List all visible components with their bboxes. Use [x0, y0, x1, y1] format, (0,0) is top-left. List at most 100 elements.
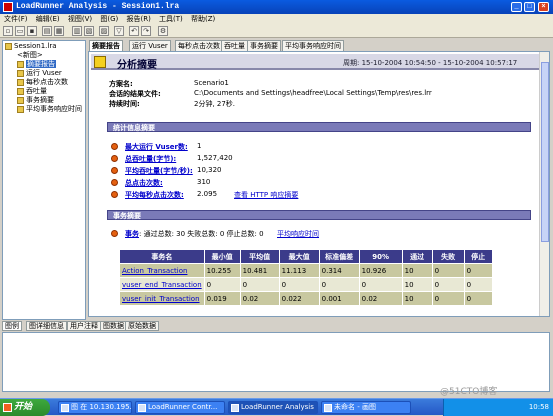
transactions-summary: : 通过总数: 30 失败总数: 0 停止总数: 0 [139, 230, 264, 238]
table-cell: 0 [203, 277, 241, 292]
stat-label-avg-throughput[interactable]: 平均吞吐量(字节/秒): [125, 166, 193, 176]
tree-item-new-graph[interactable]: <新图> [17, 51, 43, 60]
minimize-button[interactable]: _ [511, 2, 522, 12]
task-button-active[interactable]: LoadRunner Analysis [228, 401, 318, 414]
taskbar: 开始 图 在 10.130.195... LoadRunner Contr...… [0, 398, 553, 416]
column-header: 标准偏差 [318, 249, 360, 264]
table-cell: 0 [278, 277, 320, 292]
graph-icon [17, 96, 24, 104]
maximize-button[interactable]: □ [524, 2, 535, 12]
tab-avg-response-time[interactable]: 平均事务响应时间 [282, 40, 344, 51]
menu-file[interactable]: 文件(F) [4, 14, 28, 24]
legend-panel [2, 332, 550, 392]
tree-item-throughput[interactable]: 吞吐量 [17, 87, 47, 96]
column-header: 平均值 [239, 249, 280, 264]
menu-report[interactable]: 报告(R) [126, 14, 150, 24]
stat-label-total-hits[interactable]: 总点击次数: [125, 178, 163, 188]
new-icon[interactable]: ▫ [3, 26, 13, 36]
bullet-icon [111, 167, 118, 174]
report-icon[interactable]: ▦ [54, 26, 64, 36]
settings-icon[interactable]: ⚙ [158, 26, 168, 36]
toolbar: ▫ ▭ ▪ ▤ ▦ ▥ ▧ ▨ ▽ ↶ ↷ ⚙ [0, 24, 553, 38]
task-button[interactable]: 未命名 - 画图 [321, 401, 411, 414]
session-tree: Session1.lra <新图> 摘要报告 运行 Vuser 每秒点击次数 吞… [2, 40, 86, 320]
table-cell: 0 [431, 277, 465, 292]
menu-help[interactable]: 帮助(Z) [191, 14, 215, 24]
tree-item-running-vusers[interactable]: 运行 Vuser [17, 69, 62, 78]
tab-user-notes[interactable]: 用户注释 [67, 321, 101, 331]
scrollbar-thumb[interactable] [541, 62, 549, 242]
menu-edit[interactable]: 编辑(E) [36, 14, 60, 24]
tab-running-vusers[interactable]: 运行 Vuser [129, 40, 171, 51]
graph-icon [17, 78, 24, 86]
add-graph-icon[interactable]: ▨ [99, 26, 109, 36]
tab-legend[interactable]: 图例 [2, 321, 22, 331]
tab-hits-per-second[interactable]: 每秒点击次数 [175, 40, 223, 51]
app-icon [231, 404, 239, 412]
report-icon [17, 60, 24, 68]
column-header: 最大值 [278, 249, 320, 264]
stats-section-header: 统计信息摘要 [107, 122, 531, 132]
analysis-icon [94, 56, 106, 68]
redo-icon[interactable]: ↷ [141, 26, 151, 36]
table-cell: 0.02 [239, 291, 280, 306]
table-cell: 0 [358, 277, 403, 292]
stat-value-avg-hits: 2.095 [197, 190, 218, 198]
tab-graph-details[interactable]: 图详细信息 [26, 321, 67, 331]
tree-root[interactable]: Session1.lra [5, 42, 57, 51]
table-cell: 10 [401, 263, 433, 278]
system-tray: 10:58 [443, 399, 553, 416]
transaction-name-link[interactable]: vuser_init_Transaction [119, 291, 205, 306]
tab-raw-data[interactable]: 原始数据 [125, 321, 159, 331]
app-icon [61, 404, 69, 412]
filter-icon[interactable]: ▽ [114, 26, 124, 36]
transaction-name-link[interactable]: vuser_end_Transaction [119, 277, 205, 292]
table-cell: 0.314 [318, 263, 360, 278]
save-icon[interactable]: ▪ [27, 26, 37, 36]
app-icon [138, 404, 146, 412]
tab-transaction-summary[interactable]: 事务摘要 [247, 40, 281, 51]
graph-icon[interactable]: ▥ [72, 26, 82, 36]
undo-icon[interactable]: ↶ [129, 26, 139, 36]
bullet-icon [111, 230, 118, 237]
print-icon[interactable]: ▤ [42, 26, 52, 36]
tree-item-transaction-summary[interactable]: 事务摘要 [17, 96, 54, 105]
stat-label-total-throughput[interactable]: 总吞吐量(字节): [125, 154, 176, 164]
report-header: 分析摘要 周期: 15-10-2004 10:54:50 - 15-10-200… [91, 54, 539, 71]
tree-item-hits-per-second[interactable]: 每秒点击次数 [17, 78, 68, 87]
http-summary-link[interactable]: 查看 HTTP 响应摘要 [234, 190, 298, 200]
stat-label-max-vusers[interactable]: 最大运行 Vuser数: [125, 142, 188, 152]
avg-response-time-link[interactable]: 平均响应时间 [277, 229, 319, 239]
tree-item-avg-response-time[interactable]: 平均事务响应时间 [17, 105, 82, 114]
vertical-scrollbar[interactable] [539, 52, 549, 316]
table-cell: 0 [431, 291, 465, 306]
start-button[interactable]: 开始 [0, 399, 50, 416]
tab-throughput[interactable]: 吞吐量 [221, 40, 248, 51]
table-cell: 0 [463, 277, 493, 292]
stat-label-avg-hits[interactable]: 平均每秒点击次数: [125, 190, 184, 200]
task-button[interactable]: 图 在 10.130.195... [58, 401, 132, 414]
window-title: LoadRunner Analysis - Session1.lra [16, 2, 180, 11]
graph-icon [17, 105, 24, 113]
table-cell: 0.019 [203, 291, 241, 306]
bullet-icon [111, 191, 118, 198]
table-cell: 10 [401, 291, 433, 306]
menu-tools[interactable]: 工具(T) [159, 14, 183, 24]
summary-report: 分析摘要 周期: 15-10-2004 10:54:50 - 15-10-200… [88, 51, 550, 317]
table-row: vuser_init_Transaction 0.019 0.02 0.022 … [119, 291, 493, 306]
task-button[interactable]: LoadRunner Contr... [135, 401, 225, 414]
app-icon [3, 2, 13, 12]
transaction-name-link[interactable]: Action_Transaction [119, 263, 205, 278]
tree-item-summary[interactable]: 摘要报告 [17, 60, 56, 69]
transactions-link[interactable]: 事务 [125, 229, 139, 239]
tab-graph-data[interactable]: 图数据 [100, 321, 127, 331]
menu-graph[interactable]: 图(G) [100, 14, 118, 24]
table-cell: 10 [401, 277, 433, 292]
menu-view[interactable]: 视图(V) [68, 14, 92, 24]
close-button[interactable]: × [538, 2, 549, 12]
merge-icon[interactable]: ▧ [84, 26, 94, 36]
stat-value-total-throughput: 1,527,420 [197, 154, 233, 162]
column-header: 90% [358, 249, 403, 264]
open-icon[interactable]: ▭ [15, 26, 25, 36]
duration-value: 2分钟, 27秒. [194, 100, 236, 108]
